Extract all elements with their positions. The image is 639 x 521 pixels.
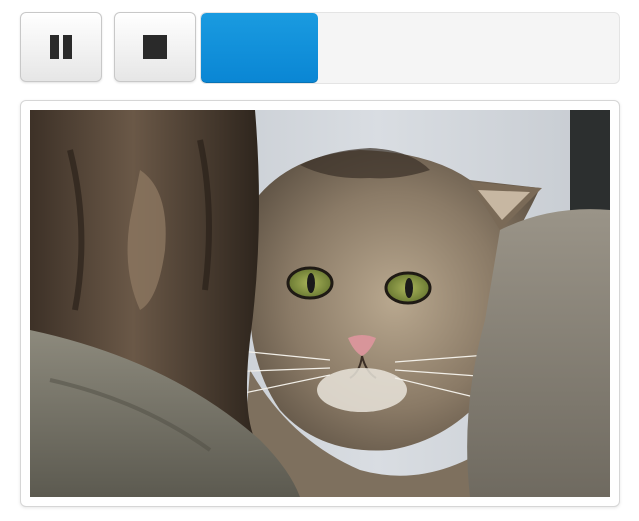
wildcat-photo bbox=[30, 110, 610, 497]
player-toolbar bbox=[20, 12, 620, 84]
stop-button[interactable] bbox=[114, 12, 196, 82]
stop-icon bbox=[143, 35, 167, 59]
photo-illustration bbox=[30, 110, 610, 497]
progress-bar[interactable] bbox=[200, 12, 620, 84]
pause-icon bbox=[50, 35, 72, 59]
pause-button[interactable] bbox=[20, 12, 102, 82]
image-frame bbox=[20, 100, 620, 507]
progress-fill bbox=[201, 13, 319, 83]
